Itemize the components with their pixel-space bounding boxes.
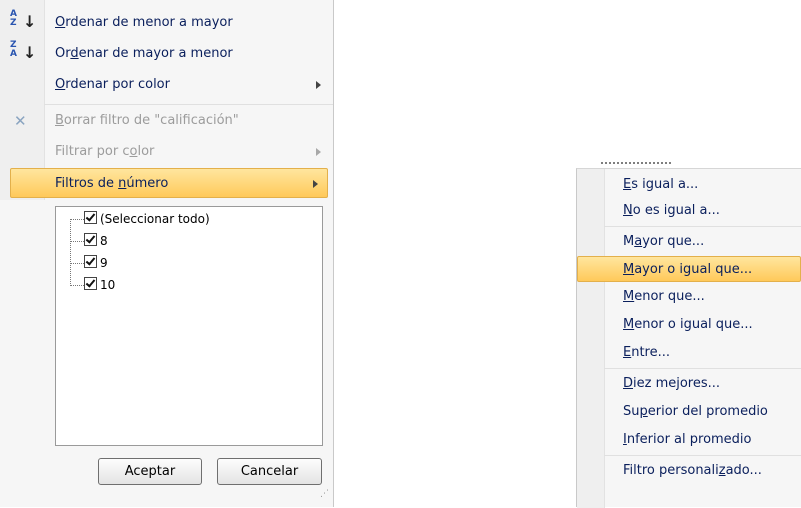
menu-separator — [604, 455, 801, 456]
submenu-arrow-icon — [316, 148, 321, 156]
filter-value-9[interactable]: 9 — [84, 254, 108, 272]
resize-grip-icon[interactable]: ⋰ — [320, 489, 329, 499]
menu-separator — [604, 226, 801, 227]
submenu-item-top-10[interactable]: Diez mejores... — [577, 371, 801, 397]
submenu-item-greater-or-equal[interactable]: Mayor o igual que... — [577, 256, 801, 282]
menu-item-sort-ascending[interactable]: A Z ↓ Ordenar de menor a mayor — [0, 8, 333, 38]
tree-connector — [70, 219, 71, 284]
menu-item-filter-by-color: Filtrar por color — [0, 137, 333, 167]
filter-value-8[interactable]: 8 — [84, 232, 108, 250]
submenu-arrow-icon — [313, 180, 318, 188]
menu-separator — [604, 368, 801, 369]
menu-item-clear-filter: ✕ Borrar filtro de "calificación" — [0, 106, 333, 136]
checkbox-checked-icon[interactable] — [84, 255, 97, 268]
clear-filter-icon: ✕ — [14, 112, 27, 130]
checkbox-checked-icon[interactable] — [84, 211, 97, 224]
number-filters-submenu: Es igual a... No es igual a... Mayor que… — [576, 168, 801, 508]
filter-value-10[interactable]: 10 — [84, 276, 115, 294]
submenu-item-between[interactable]: Entre... — [577, 340, 801, 366]
submenu-item-custom-filter[interactable]: Filtro personalizado... — [577, 458, 801, 484]
sort-descending-icon: Z A ↓ — [10, 40, 37, 62]
menu-item-label: Borrar filtro de "calificación" — [55, 113, 239, 128]
submenu-item-less-than[interactable]: Menor que... — [577, 284, 801, 310]
submenu-item-equals[interactable]: Es igual a... — [577, 172, 801, 198]
submenu-item-not-equals[interactable]: No es igual a... — [577, 198, 801, 224]
filter-value-select-all[interactable]: (Seleccionar todo) — [84, 210, 210, 228]
menu-item-sort-descending[interactable]: Z A ↓ Ordenar de mayor a menor — [0, 39, 333, 69]
checkbox-checked-icon[interactable] — [84, 233, 97, 246]
sort-ascending-icon: A Z ↓ — [10, 9, 37, 31]
menu-item-label: Ordenar de mayor a menor — [55, 46, 233, 61]
menu-item-label: Ordenar de menor a mayor — [55, 15, 233, 30]
autofilter-menu: A Z ↓ Ordenar de menor a mayor Z A ↓ Ord… — [0, 0, 334, 507]
submenu-arrow-icon — [316, 81, 321, 89]
menu-item-label: Filtrar por color — [55, 144, 155, 159]
cancel-button[interactable]: Cancelar — [217, 458, 322, 485]
accept-button[interactable]: Aceptar — [98, 458, 202, 485]
menu-separator — [44, 104, 333, 105]
menu-item-number-filters[interactable]: Filtros de número — [10, 168, 328, 198]
menu-item-label: Filtros de número — [55, 176, 169, 191]
checkbox-checked-icon[interactable] — [84, 277, 97, 290]
submenu-item-below-average[interactable]: Inferior al promedio — [577, 427, 801, 453]
submenu-item-less-or-equal[interactable]: Menor o igual que... — [577, 312, 801, 338]
menu-item-label: Ordenar por color — [55, 77, 170, 92]
filter-values-list[interactable]: (Seleccionar todo) 8 9 10 — [55, 206, 323, 446]
submenu-item-above-average[interactable]: Superior del promedio — [577, 399, 801, 425]
menu-item-sort-by-color[interactable]: Ordenar por color — [0, 70, 333, 100]
submenu-item-greater-than[interactable]: Mayor que... — [577, 229, 801, 255]
